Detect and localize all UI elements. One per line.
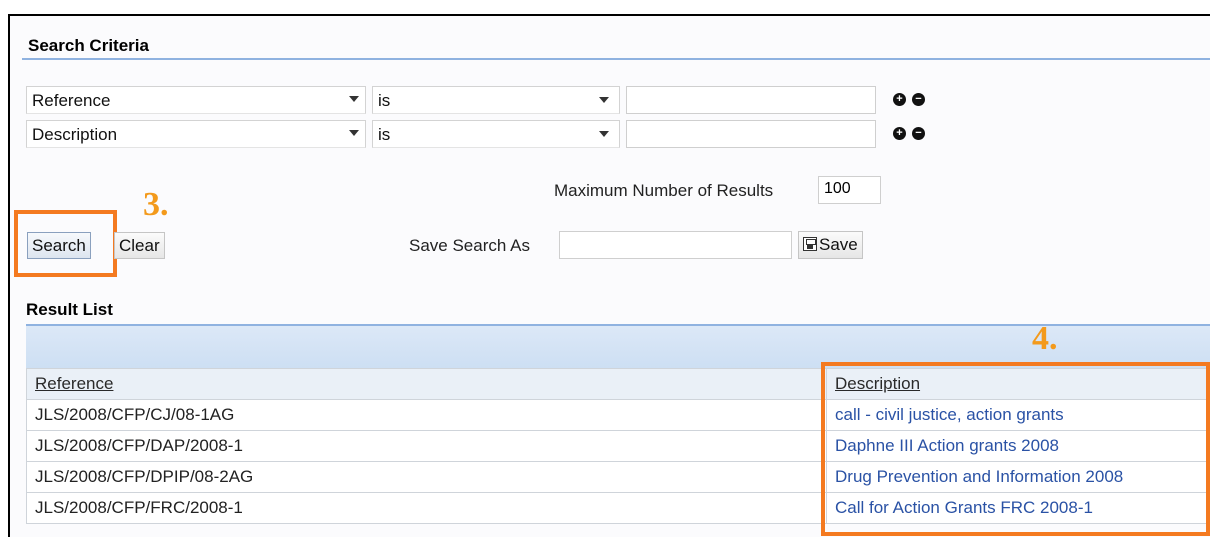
criteria-value-input[interactable] [626, 86, 876, 114]
save-button-label: Save [819, 235, 858, 254]
reference-cell: JLS/2008/CFP/DPIP/08-2AG [26, 461, 827, 493]
reference-cell: JLS/2008/CFP/CJ/08-1AG [26, 399, 827, 431]
save-search-label: Save Search As [409, 236, 530, 255]
field-select-value: Description [32, 125, 118, 144]
operator-select-value: is [378, 91, 391, 110]
field-select-value: Reference [32, 91, 111, 110]
description-highlight-box [821, 362, 1210, 536]
max-results-label: Maximum Number of Results [554, 181, 774, 200]
operator-select[interactable]: is [372, 120, 620, 148]
field-select[interactable]: Reference [26, 86, 366, 114]
reference-cell: JLS/2008/CFP/DAP/2008-1 [26, 430, 827, 462]
operator-select-value: is [378, 125, 391, 144]
column-header-reference[interactable]: Reference [26, 368, 827, 400]
field-dropdown-button[interactable] [339, 120, 369, 148]
remove-criteria-icon[interactable]: − [912, 93, 925, 106]
search-criteria-divider [22, 58, 1210, 60]
chevron-down-icon [593, 124, 615, 144]
search-criteria-title: Search Criteria [28, 36, 149, 55]
operator-select[interactable]: is [372, 86, 620, 114]
clear-button[interactable]: Clear [114, 232, 165, 259]
field-dropdown-button[interactable] [339, 86, 369, 114]
field-select[interactable]: Description [26, 120, 366, 148]
result-list-title: Result List [26, 300, 113, 319]
max-results-input[interactable]: 100 [818, 176, 881, 204]
reference-cell: JLS/2008/CFP/FRC/2008-1 [26, 492, 827, 524]
search-button[interactable]: Search [27, 232, 91, 259]
save-search-input[interactable] [559, 231, 792, 259]
criteria-value-input[interactable] [626, 120, 876, 148]
remove-criteria-icon[interactable]: − [912, 127, 925, 140]
floppy-disk-icon [803, 237, 817, 251]
chevron-down-icon [343, 123, 365, 143]
step-4-callout: 4. [1032, 320, 1058, 357]
add-criteria-icon[interactable]: + [893, 93, 906, 106]
add-criteria-icon[interactable]: + [893, 127, 906, 140]
chevron-down-icon [593, 90, 615, 110]
save-button[interactable]: Save [798, 231, 863, 259]
chevron-down-icon [343, 89, 365, 109]
step-3-callout: 3. [143, 186, 169, 223]
